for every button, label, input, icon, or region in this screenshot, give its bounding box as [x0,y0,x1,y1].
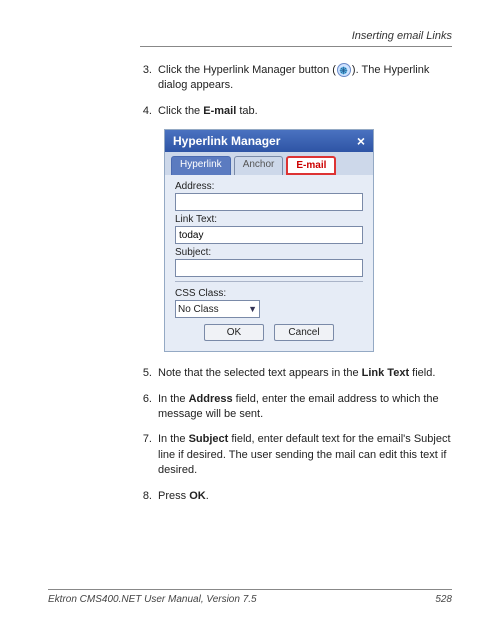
tab-email[interactable]: E-mail [286,156,336,175]
close-icon[interactable]: × [357,134,365,148]
footer-manual-title: Ektron CMS400.NET User Manual, Version 7… [48,594,257,605]
instruction-list: 3. Click the Hyperlink Manager button ( … [140,63,452,119]
step-text: Click the E-mail tab. [158,104,452,119]
subject-field[interactable] [175,259,363,277]
dialog-button-row: OK Cancel [175,324,363,343]
dialog-body: Address: Link Text: Subject: CSS Class: … [165,175,373,351]
footer-rule [48,589,452,590]
step-number: 3. [140,63,158,94]
cssclass-select[interactable]: No Class ▼ [175,300,260,318]
footer-page-number: 528 [435,594,452,605]
step-number: 4. [140,104,158,119]
chevron-down-icon: ▼ [248,304,257,314]
header-rule [140,46,452,47]
ok-button[interactable]: OK [204,324,264,341]
text-suffix: tab. [236,105,257,117]
text-bold: E-mail [203,105,236,117]
cssclass-value: No Class [178,304,219,315]
text-prefix: In the [158,433,189,445]
address-field[interactable] [175,193,363,211]
instruction-list-continued: 5. Note that the selected text appears i… [140,366,452,504]
step-number: 5. [140,366,158,381]
page-footer: Ektron CMS400.NET User Manual, Version 7… [48,589,452,605]
cancel-button[interactable]: Cancel [274,324,334,341]
text-prefix: Note that the selected text appears in t… [158,367,362,379]
step-7: 7. In the Subject field, enter default t… [140,432,452,478]
dialog-tabs: Hyperlink Anchor E-mail [165,152,373,175]
hyperlink-manager-icon [337,63,351,77]
cssclass-label: CSS Class: [175,288,363,299]
step-text: In the Address field, enter the email ad… [158,392,452,423]
text-suffix: field. [409,367,435,379]
step-text: Press OK. [158,489,452,504]
dialog-titlebar: Hyperlink Manager × [165,130,373,152]
step-text: Note that the selected text appears in t… [158,366,452,381]
text-suffix: . [206,490,209,502]
step-3: 3. Click the Hyperlink Manager button ( … [140,63,452,94]
dialog-divider [175,281,363,282]
step-8: 8. Press OK. [140,489,452,504]
text-prefix: Click the Hyperlink Manager button ( [158,64,336,76]
step-number: 6. [140,392,158,423]
linktext-label: Link Text: [175,214,363,225]
step-4: 4. Click the E-mail tab. [140,104,452,119]
step-5: 5. Note that the selected text appears i… [140,366,452,381]
text-prefix: Press [158,490,189,502]
tab-anchor[interactable]: Anchor [234,156,284,175]
dialog-title: Hyperlink Manager [173,134,280,148]
step-6: 6. In the Address field, enter the email… [140,392,452,423]
step-text: Click the Hyperlink Manager button ( ). … [158,63,452,94]
text-bold: Subject [189,433,229,445]
linktext-field[interactable] [175,226,363,244]
step-number: 8. [140,489,158,504]
subject-label: Subject: [175,247,363,258]
text-bold: Address [189,393,233,405]
step-number: 7. [140,432,158,478]
address-label: Address: [175,181,363,192]
section-header: Inserting email Links [140,30,452,42]
text-bold: Link Text [362,367,409,379]
step-text: In the Subject field, enter default text… [158,432,452,478]
text-prefix: In the [158,393,189,405]
tab-hyperlink[interactable]: Hyperlink [171,156,231,175]
hyperlink-manager-dialog: Hyperlink Manager × Hyperlink Anchor E-m… [164,129,374,352]
text-bold: OK [189,490,206,502]
text-prefix: Click the [158,105,203,117]
